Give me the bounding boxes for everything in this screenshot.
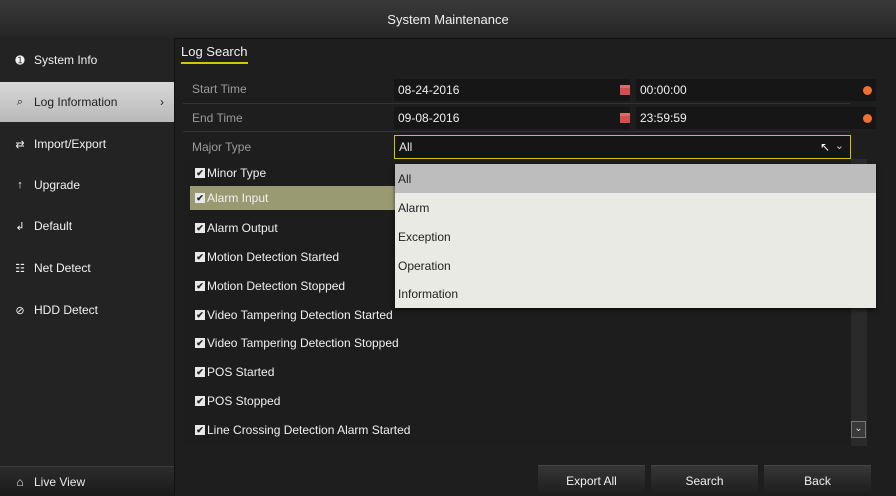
start-clock-field[interactable]: 00:00:00 xyxy=(636,79,876,101)
minor-type-item[interactable]: ✔ POS Stopped xyxy=(195,392,280,410)
sidebar-item-label: Upgrade xyxy=(34,178,81,192)
start-clock-value: 00:00:00 xyxy=(640,83,687,97)
sidebar-item-log-information[interactable]: ⌕ Log Information › xyxy=(0,82,174,122)
minor-type-label: POS Stopped xyxy=(207,394,281,408)
end-clock-icon[interactable] xyxy=(863,114,872,123)
minor-type-label: POS Started xyxy=(207,365,275,379)
sidebar-item-default[interactable]: ↲ Default xyxy=(0,206,174,246)
sidebar-item-import-export[interactable]: ⇄ Import/Export xyxy=(0,124,174,164)
start-time-label: Start Time xyxy=(192,82,247,96)
checkbox-checked-icon: ✔ xyxy=(195,223,205,233)
end-date-calendar-icon[interactable] xyxy=(620,113,630,123)
scroll-down-button[interactable]: ⌄ xyxy=(851,421,866,438)
back-button[interactable]: Back xyxy=(764,465,871,496)
minor-type-item[interactable]: ✔ Alarm Output xyxy=(195,219,278,237)
dropdown-option-exception[interactable]: Exception xyxy=(395,222,876,251)
minor-type-item[interactable]: ✔ Motion Detection Started xyxy=(195,248,339,266)
minor-type-label: Line Crossing Detection Alarm Started xyxy=(207,423,411,437)
end-clock-value: 23:59:59 xyxy=(640,111,687,125)
sidebar-item-system-info[interactable]: ➊ System Info xyxy=(0,40,174,80)
minor-type-item[interactable]: ✔ Video Tampering Detection Started xyxy=(195,306,393,324)
sidebar-item-label: HDD Detect xyxy=(34,303,99,317)
magnifier-icon: ⌕ xyxy=(16,95,24,108)
minor-type-header-label: Minor Type xyxy=(207,166,267,180)
checkbox-checked-icon: ✔ xyxy=(195,338,205,348)
sidebar-item-label: System Info xyxy=(34,53,98,67)
default-reset-icon: ↲ xyxy=(15,220,25,233)
chevron-right-icon: › xyxy=(160,95,164,109)
sidebar-item-hdd-detect[interactable]: ⊘ HDD Detect xyxy=(0,290,174,330)
search-button[interactable]: Search xyxy=(651,465,758,496)
divider xyxy=(183,131,850,132)
hdd-icon: ⊘ xyxy=(15,304,25,317)
checkbox-checked-icon: ✔ xyxy=(195,193,205,203)
checkbox-checked-icon: ✔ xyxy=(195,168,205,178)
sidebar-item-label: Net Detect xyxy=(34,261,91,275)
divider xyxy=(183,103,850,104)
major-type-select[interactable]: All ⌄ xyxy=(394,135,851,159)
minor-type-label: Video Tampering Detection Started xyxy=(207,308,393,322)
minor-type-label: Video Tampering Detection Stopped xyxy=(207,336,399,350)
tab-log-search[interactable]: Log Search xyxy=(181,44,248,64)
sidebar-item-label: Import/Export xyxy=(34,137,107,151)
minor-type-label: Motion Detection Started xyxy=(207,250,340,264)
minor-type-label: Alarm Input xyxy=(207,191,269,205)
home-icon: ⌂ xyxy=(16,474,24,489)
info-icon: ➊ xyxy=(15,54,25,67)
start-date-calendar-icon[interactable] xyxy=(620,85,630,95)
export-all-button[interactable]: Export All xyxy=(538,465,645,496)
minor-type-item[interactable]: ✔ Line Crossing Detection Alarm Started xyxy=(195,421,410,439)
minor-type-label: Alarm Output xyxy=(207,221,278,235)
dropdown-option-alarm[interactable]: Alarm xyxy=(395,193,876,222)
import-export-icon: ⇄ xyxy=(15,138,25,151)
sidebar-item-label: Default xyxy=(34,219,73,233)
dropdown-option-information[interactable]: Information xyxy=(395,279,876,308)
minor-type-item[interactable]: ✔ Motion Detection Stopped xyxy=(195,277,345,295)
checkbox-checked-icon: ✔ xyxy=(195,281,205,291)
checkbox-checked-icon: ✔ xyxy=(195,310,205,320)
minor-type-item[interactable]: ✔ Video Tampering Detection Stopped xyxy=(195,334,399,352)
dropdown-option-operation[interactable]: Operation xyxy=(395,251,876,280)
mouse-cursor-icon: ↖ xyxy=(820,140,831,154)
end-clock-field[interactable]: 23:59:59 xyxy=(636,107,876,129)
live-view-label: Live View xyxy=(34,474,86,489)
checkbox-checked-icon: ✔ xyxy=(195,425,205,435)
sidebar-item-label: Log Information xyxy=(34,95,118,109)
end-time-label: End Time xyxy=(192,111,243,125)
minor-type-label: Motion Detection Stopped xyxy=(207,279,346,293)
end-date-field[interactable]: 09-08-2016 xyxy=(394,107,630,129)
window-title-bar: System Maintenance xyxy=(0,0,896,39)
checkbox-checked-icon: ✔ xyxy=(195,396,205,406)
upgrade-arrow-icon: ↑ xyxy=(17,179,23,191)
sidebar: ➊ System Info ⌕ Log Information › ⇄ Impo… xyxy=(0,38,175,496)
minor-type-header-checkbox[interactable]: ✔ Minor Type xyxy=(195,164,266,182)
end-date-value: 09-08-2016 xyxy=(398,111,460,125)
start-clock-icon[interactable] xyxy=(863,86,872,95)
sidebar-item-net-detect[interactable]: ☷ Net Detect xyxy=(0,248,174,288)
checkbox-checked-icon: ✔ xyxy=(195,252,205,262)
live-view-button[interactable]: ⌂ Live View xyxy=(0,466,174,496)
chevron-down-icon: ⌄ xyxy=(834,140,844,152)
minor-type-item[interactable]: ✔ Alarm Input xyxy=(195,189,268,207)
major-type-label: Major Type xyxy=(192,140,252,154)
dropdown-option-all[interactable]: All xyxy=(395,164,876,193)
major-type-dropdown: All Alarm Exception Operation Informatio… xyxy=(395,164,876,308)
sidebar-item-upgrade[interactable]: ↑ Upgrade xyxy=(0,165,174,205)
major-type-value: All xyxy=(399,140,413,154)
start-date-value: 08-24-2016 xyxy=(398,83,460,97)
minor-type-item[interactable]: ✔ POS Started xyxy=(195,363,274,381)
start-date-field[interactable]: 08-24-2016 xyxy=(394,79,630,101)
window-title: System Maintenance xyxy=(387,11,509,27)
checkbox-checked-icon: ✔ xyxy=(195,367,205,377)
network-icon: ☷ xyxy=(15,262,25,275)
